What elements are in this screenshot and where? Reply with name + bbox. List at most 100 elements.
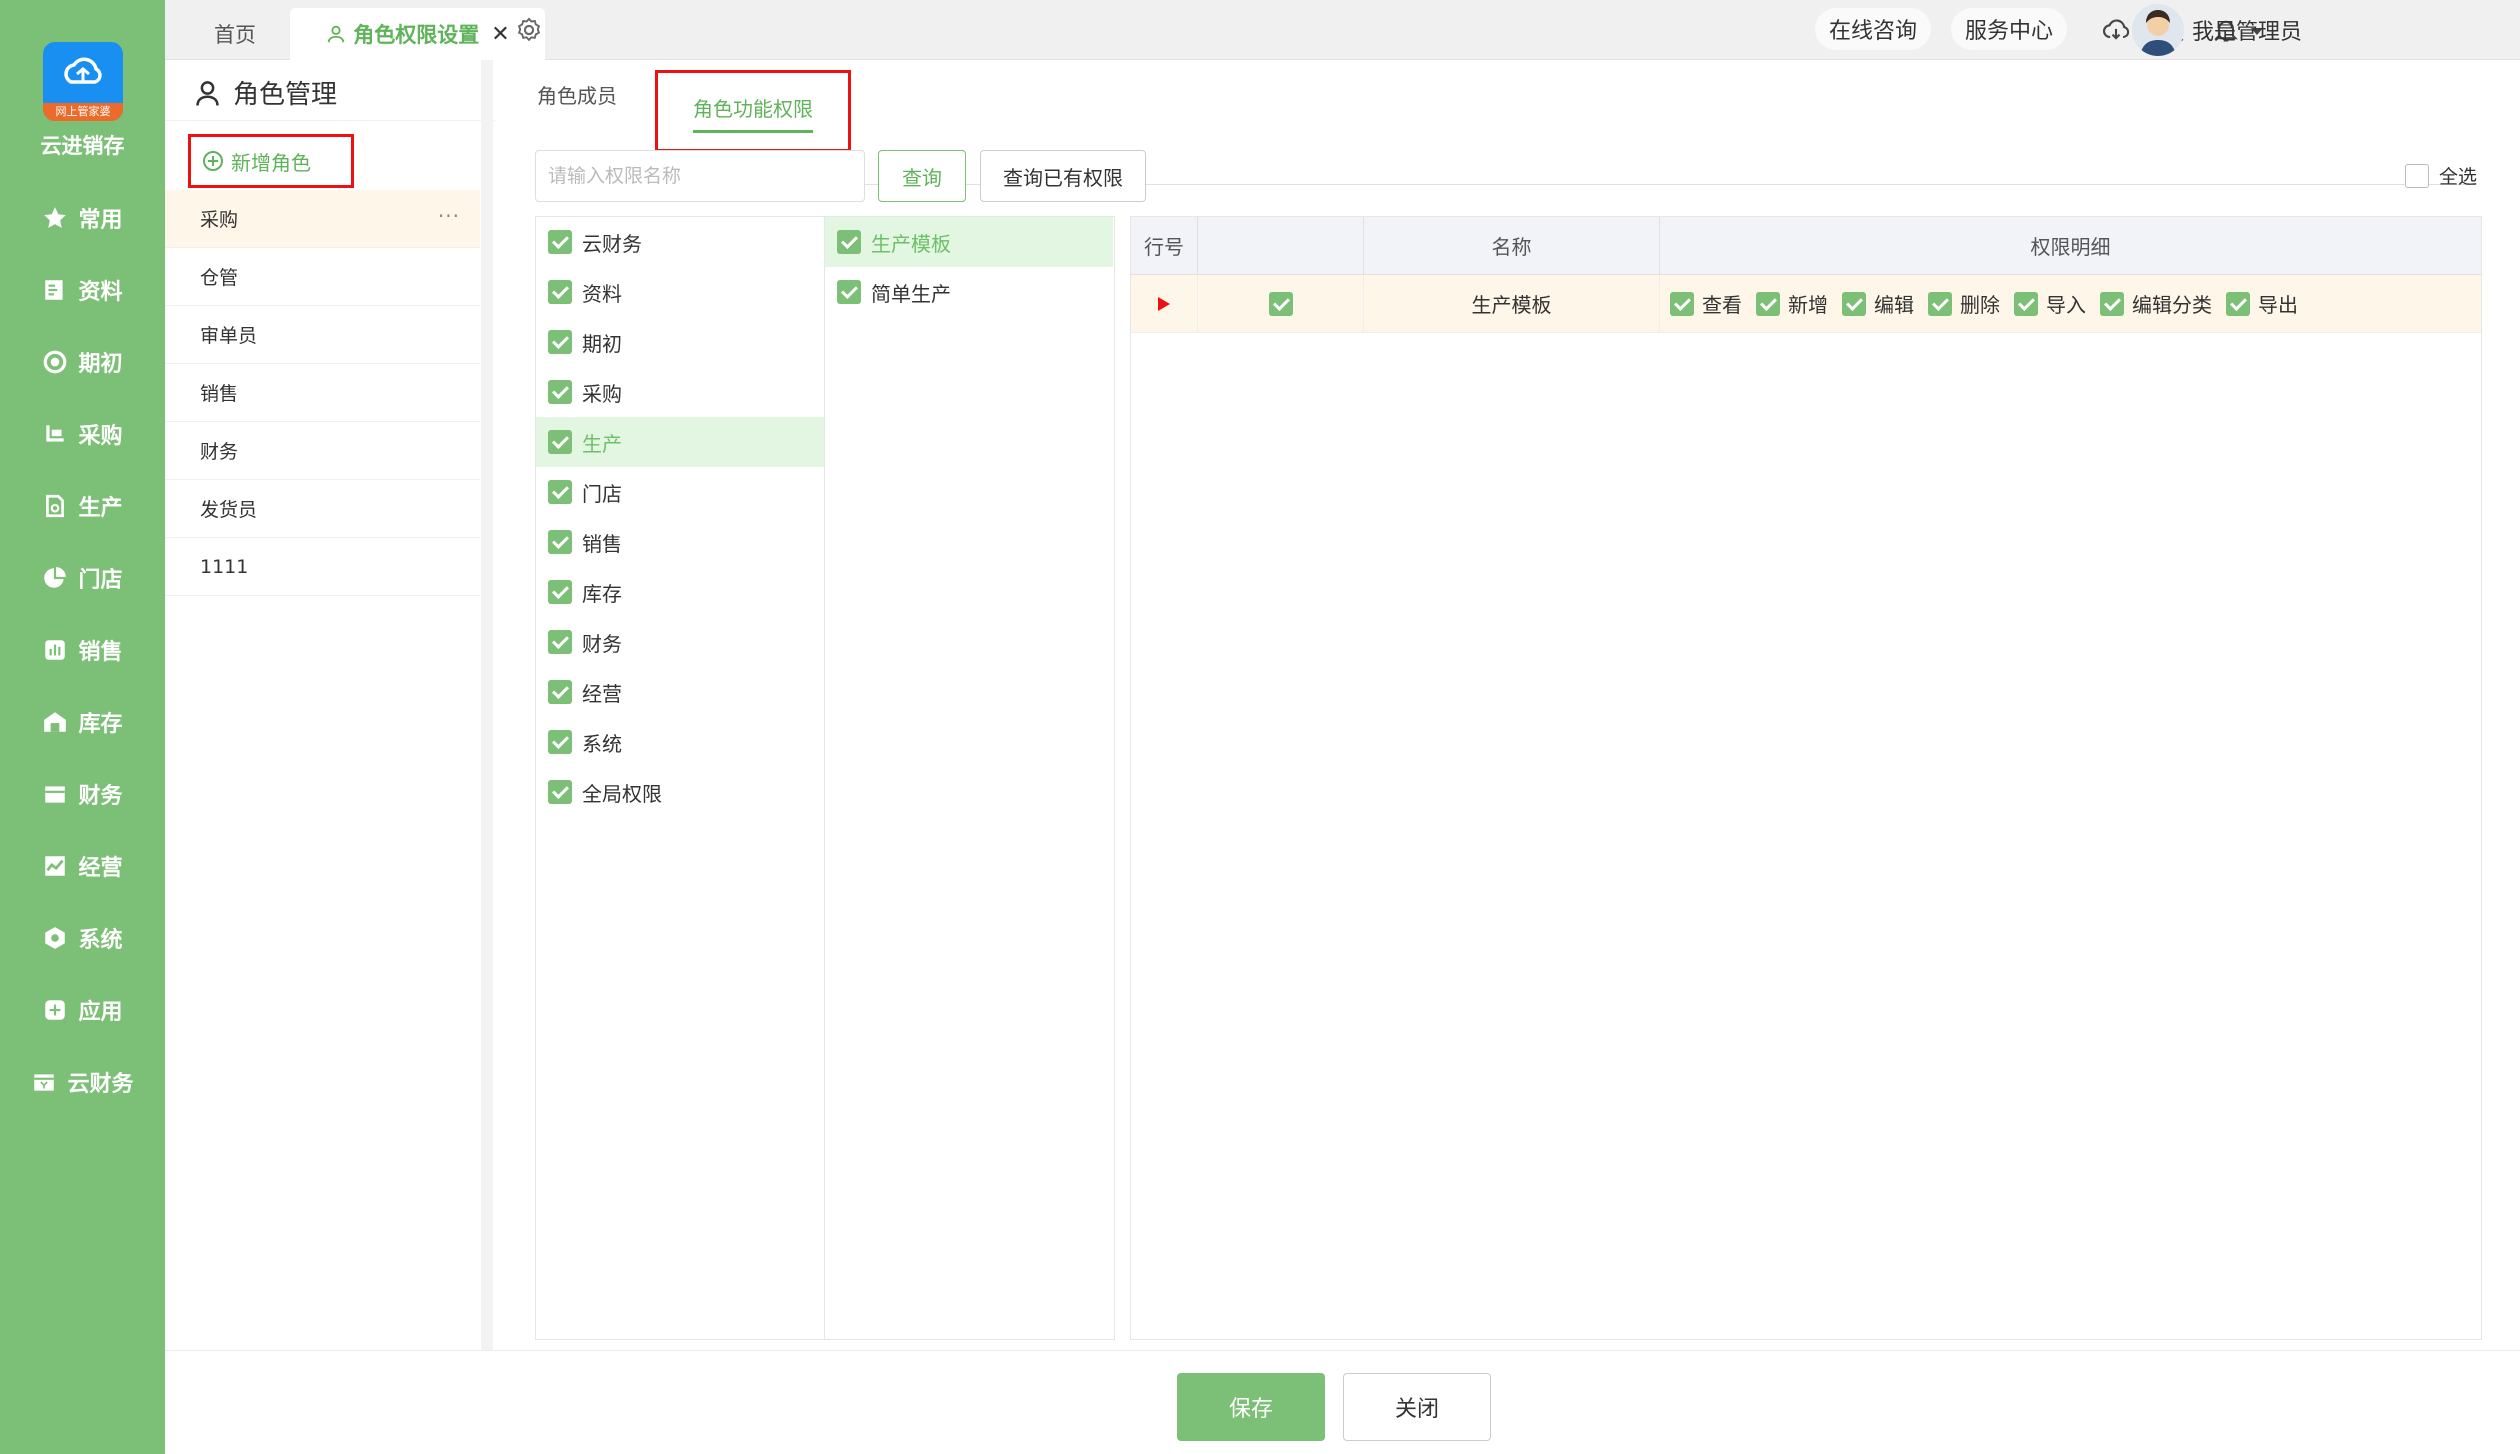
role-item[interactable]: 审单员 xyxy=(165,306,480,364)
cloud-finance-icon xyxy=(34,1074,55,1091)
close-button[interactable]: 关闭 xyxy=(1343,1373,1491,1441)
select-all-checkbox[interactable]: 全选 xyxy=(2405,162,2477,189)
nav-item-data[interactable]: 资料 xyxy=(0,262,165,318)
save-button[interactable]: 保存 xyxy=(1177,1373,1325,1441)
checkbox[interactable] xyxy=(1670,291,1694,316)
module-label: 云财务 xyxy=(582,231,642,256)
more-icon[interactable]: ··· xyxy=(438,204,460,228)
add-role-button[interactable]: 新增角色 xyxy=(188,134,354,188)
nav-label: 系统 xyxy=(78,928,123,953)
checkbox[interactable] xyxy=(1268,291,1293,316)
checkbox[interactable] xyxy=(548,580,572,604)
role-item[interactable]: 财务 xyxy=(165,422,480,480)
nav-item-production[interactable]: 生产 xyxy=(0,478,165,534)
warehouse-icon xyxy=(44,712,67,732)
scrollbar[interactable] xyxy=(481,60,493,1350)
nav-item-operation[interactable]: 经营 xyxy=(0,838,165,894)
module-item[interactable]: 经营 xyxy=(536,667,824,717)
checkbox[interactable] xyxy=(1756,291,1780,316)
module-item[interactable]: 系统 xyxy=(536,717,824,767)
checkbox[interactable] xyxy=(548,630,572,654)
user-icon xyxy=(196,80,219,106)
module-item[interactable]: 资料 xyxy=(536,267,824,317)
nav-item-purchase[interactable]: 采购 xyxy=(0,406,165,462)
checkbox[interactable] xyxy=(2014,291,2038,316)
checkbox[interactable] xyxy=(1928,291,1952,316)
nav-label: 常用 xyxy=(78,208,123,233)
checkbox[interactable] xyxy=(2226,291,2250,316)
tab-role-members[interactable]: 角色成员 xyxy=(537,80,617,109)
tab-role-function-permissions[interactable]: 角色功能权限 xyxy=(655,70,851,152)
checkbox[interactable] xyxy=(1842,291,1866,316)
module-item[interactable]: 期初 xyxy=(536,317,824,367)
sub-item-active[interactable]: 生产模板 xyxy=(825,217,1113,267)
nav-item-cloud-finance[interactable]: 云财务 xyxy=(0,1054,165,1110)
checkbox[interactable] xyxy=(837,280,861,304)
cloud-download-icon[interactable] xyxy=(2102,16,2130,44)
checkbox[interactable] xyxy=(548,430,572,454)
online-consult-button[interactable]: 在线咨询 xyxy=(1815,8,1932,50)
plus-circle-icon xyxy=(203,151,223,171)
checkbox[interactable] xyxy=(548,730,572,754)
permission-search-input[interactable] xyxy=(535,150,865,202)
service-center-button[interactable]: 服务中心 xyxy=(1951,8,2068,50)
avatar[interactable] xyxy=(2132,4,2184,56)
sub-item[interactable]: 简单生产 xyxy=(825,267,1113,317)
module-item[interactable]: 采购 xyxy=(536,367,824,417)
nav-item-common[interactable]: 常用 xyxy=(0,190,165,246)
user-name[interactable]: 我是管理员 xyxy=(2192,14,2302,46)
nav-item-sales[interactable]: 销售 xyxy=(0,622,165,678)
nav-item-inventory[interactable]: 库存 xyxy=(0,694,165,750)
row-indicator xyxy=(1131,275,1198,333)
plus-square-icon xyxy=(45,1000,66,1020)
checkbox[interactable] xyxy=(548,680,572,704)
nav-item-opening[interactable]: 期初 xyxy=(0,334,165,390)
checkbox[interactable] xyxy=(548,330,572,354)
module-item[interactable]: 库存 xyxy=(536,567,824,617)
nav-label: 应用 xyxy=(78,1000,123,1025)
checkbox[interactable] xyxy=(548,230,572,254)
role-item[interactable]: 1111 xyxy=(165,538,480,596)
perm-export[interactable]: 导出 xyxy=(2226,289,2298,318)
wallet-icon xyxy=(45,786,66,803)
nav-item-system[interactable]: 系统 xyxy=(0,910,165,966)
module-item[interactable]: 门店 xyxy=(536,467,824,517)
nav-item-store[interactable]: 门店 xyxy=(0,550,165,606)
nav-item-finance[interactable]: 财务 xyxy=(0,766,165,822)
perm-edit[interactable]: 编辑 xyxy=(1842,289,1914,318)
checkbox[interactable] xyxy=(548,480,572,504)
perm-delete[interactable]: 删除 xyxy=(1928,289,2000,318)
tab-home[interactable]: 首页 xyxy=(185,8,285,60)
module-label: 全局权限 xyxy=(582,781,662,806)
role-item[interactable]: 仓管 xyxy=(165,248,480,306)
tab-close-icon[interactable]: ✕ xyxy=(491,22,509,47)
perm-label: 新增 xyxy=(1788,293,1828,317)
perm-view[interactable]: 查看 xyxy=(1670,289,1742,318)
module-item[interactable]: 全局权限 xyxy=(536,767,824,817)
checkbox[interactable] xyxy=(837,230,861,254)
module-item[interactable]: 财务 xyxy=(536,617,824,667)
trend-chart-icon xyxy=(45,856,66,876)
checkbox[interactable] xyxy=(548,530,572,554)
nav-item-apps[interactable]: 应用 xyxy=(0,982,165,1038)
role-panel-title-text: 角色管理 xyxy=(233,80,338,110)
perm-add[interactable]: 新增 xyxy=(1756,289,1828,318)
checkbox[interactable] xyxy=(2405,163,2429,188)
checkbox[interactable] xyxy=(548,380,572,404)
perm-edit-category[interactable]: 编辑分类 xyxy=(2100,289,2212,318)
gear-icon[interactable] xyxy=(515,16,543,44)
role-item[interactable]: 发货员 xyxy=(165,480,480,538)
module-item[interactable]: 云财务 xyxy=(536,217,824,267)
checkbox[interactable] xyxy=(548,280,572,304)
perm-import[interactable]: 导入 xyxy=(2014,289,2086,318)
checkbox[interactable] xyxy=(548,780,572,804)
role-item[interactable]: 采购 ··· xyxy=(165,190,480,248)
role-item[interactable]: 销售 xyxy=(165,364,480,422)
query-button[interactable]: 查询 xyxy=(878,150,966,202)
row-checkbox-cell[interactable] xyxy=(1198,275,1364,333)
query-existing-button[interactable]: 查询已有权限 xyxy=(980,150,1146,202)
module-item[interactable]: 销售 xyxy=(536,517,824,567)
checkbox[interactable] xyxy=(2100,291,2124,316)
module-item-active[interactable]: 生产 xyxy=(536,417,824,467)
tab-role-permissions[interactable]: 角色权限设置 ✕ xyxy=(290,8,545,60)
